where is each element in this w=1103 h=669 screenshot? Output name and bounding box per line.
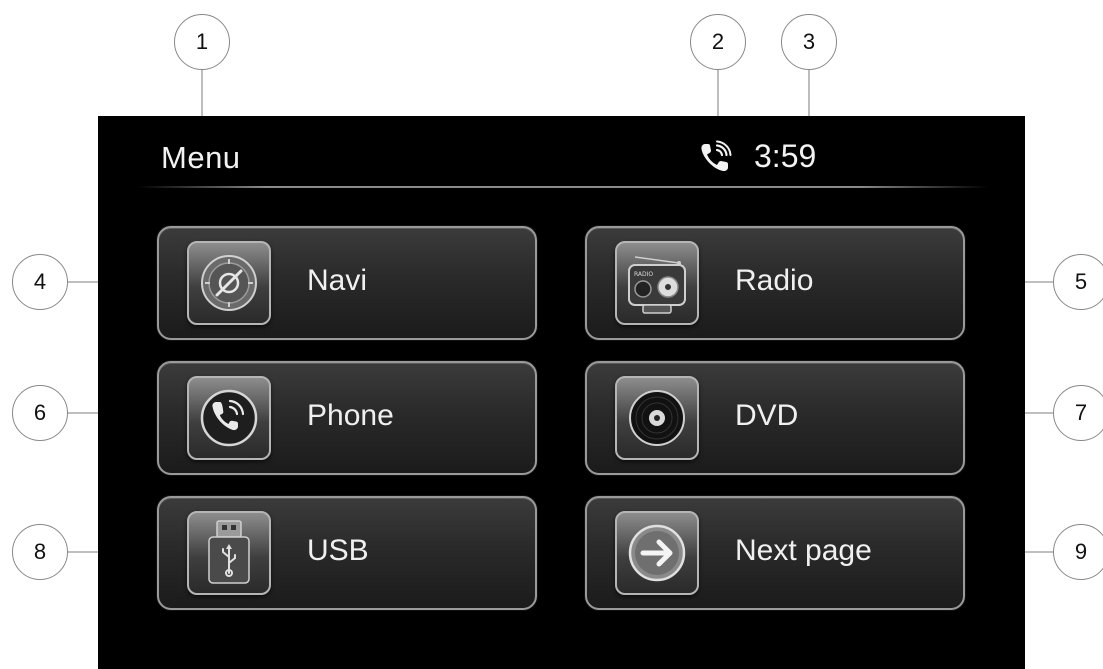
callout-2: 2 — [690, 14, 746, 70]
radio-label: Radio — [735, 264, 814, 297]
next-page-icon-frame — [615, 511, 699, 595]
callout-8: 8 — [12, 524, 68, 580]
phone-icon — [200, 389, 258, 447]
radio-button[interactable]: RADIO Radio — [585, 226, 965, 340]
callout-6: 6 — [12, 385, 68, 441]
usb-button[interactable]: USB — [157, 496, 537, 610]
phone-call-icon — [701, 140, 732, 171]
disc-icon — [629, 390, 685, 446]
usb-icon — [208, 520, 250, 584]
next-page-label: Next page — [735, 534, 872, 567]
screen-title: Menu — [161, 140, 241, 175]
dvd-button[interactable]: DVD — [585, 361, 965, 475]
phone-button[interactable]: Phone — [157, 361, 537, 475]
callout-4: 4 — [12, 254, 68, 310]
phone-label: Phone — [307, 399, 394, 432]
status-bar: 3:59 — [698, 138, 816, 175]
radio-icon-frame: RADIO — [615, 241, 699, 325]
next-page-button[interactable]: Next page — [585, 496, 965, 610]
radio-icon-text: RADIO — [634, 271, 653, 278]
usb-icon-frame — [187, 511, 271, 595]
clock: 3:59 — [754, 138, 817, 174]
callout-1: 1 — [174, 14, 230, 70]
arrow-right-icon — [628, 524, 686, 582]
navi-icon-frame — [187, 241, 271, 325]
usb-label: USB — [307, 534, 369, 567]
title-divider — [138, 186, 988, 188]
callout-9: 9 — [1053, 524, 1103, 580]
phone-icon-frame — [187, 376, 271, 460]
callout-7: 7 — [1053, 385, 1103, 441]
dvd-icon-frame — [615, 376, 699, 460]
dvd-label: DVD — [735, 399, 799, 432]
compass-icon — [201, 255, 257, 311]
callout-3: 3 — [781, 14, 837, 70]
callout-5: 5 — [1053, 254, 1103, 310]
navi-label: Navi — [307, 264, 368, 297]
head-unit-screen: Menu 3:59 Navi RADIO Radio Phone DVD USB… — [98, 116, 1025, 669]
radio-icon: RADIO — [628, 256, 686, 314]
navi-button[interactable]: Navi — [157, 226, 537, 340]
